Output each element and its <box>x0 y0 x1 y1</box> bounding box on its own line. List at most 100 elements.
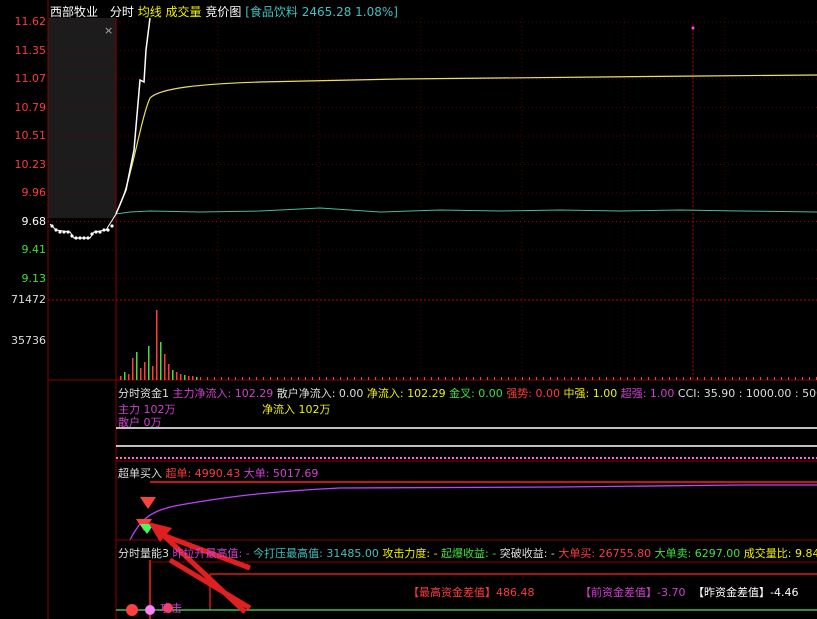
volume-bar <box>501 377 502 380</box>
volume-bar <box>249 377 250 380</box>
volume-tick-label: 35736 <box>11 334 46 347</box>
cci: CCI: 35.90 : 1000.00 : 500.00 <box>677 387 817 400</box>
volume-bar <box>354 377 355 380</box>
volume-bar <box>424 377 425 380</box>
auction-dots <box>50 224 114 240</box>
volume-bar <box>760 377 761 380</box>
tab-volume[interactable]: 成交量 <box>166 5 202 19</box>
super-order-line <box>129 484 817 541</box>
vertical-grid <box>217 18 726 380</box>
tab-time[interactable]: 分时 <box>110 5 134 19</box>
volume-bar <box>515 377 516 380</box>
intraday-chart: × <box>47 0 817 619</box>
volume-bar <box>396 377 397 380</box>
strong: 强势: 0.00 <box>506 387 561 400</box>
volume-bar <box>487 377 488 380</box>
volume-bar <box>459 377 460 380</box>
volume-bar <box>452 377 453 380</box>
volume-bar <box>221 377 222 380</box>
volume-bar <box>508 377 509 380</box>
volume-bar <box>718 377 719 380</box>
price-tick-label: 10.23 <box>14 157 47 171</box>
volume-bar <box>543 377 544 380</box>
order-title[interactable]: 超单买入 <box>118 467 162 480</box>
price-tick-label: 9.13 <box>21 271 47 285</box>
volume-bar <box>473 377 474 380</box>
stock-name[interactable]: 西部牧业 <box>50 5 98 19</box>
volume-bar <box>697 377 698 380</box>
volume-bar <box>347 377 348 380</box>
fund-title[interactable]: 分时资金1 <box>118 387 169 400</box>
retail-label: 散户 0万 <box>118 416 162 429</box>
volume-bar <box>214 377 215 380</box>
volume-bar <box>180 374 182 380</box>
volume-bar <box>529 377 530 380</box>
volume-bar <box>319 377 320 380</box>
volume-bar <box>156 310 158 380</box>
pre-market-area <box>48 18 116 218</box>
price-tick-label: 11.35 <box>14 43 47 57</box>
today-high: 今打压最高值: 31485.00 <box>253 547 379 560</box>
volume-bar <box>438 377 439 380</box>
flow-line <box>115 207 817 215</box>
volume-bar <box>136 352 138 380</box>
close-icon[interactable]: × <box>104 24 113 37</box>
volume-bar <box>494 377 495 380</box>
price-tick-label: 11.07 <box>14 72 47 85</box>
net-inflow: 净流入: 102.29 <box>366 387 446 400</box>
volume-bar <box>235 377 236 380</box>
big-buy: 大单买: 26755.80 <box>558 547 652 560</box>
volume-title[interactable]: 分时量能3 <box>118 547 169 560</box>
volume-bar <box>662 377 663 380</box>
volume-bar <box>676 377 677 380</box>
volume-bar <box>132 358 134 380</box>
price-tick-label: 9.41 <box>21 243 47 256</box>
mid-strong: 中强: 1.00 <box>563 387 618 400</box>
volume-bar <box>431 377 432 380</box>
volume-bar <box>368 377 369 380</box>
price-grid <box>48 21 817 279</box>
volume-bar <box>690 377 691 380</box>
tab-auction[interactable]: 竞价图 <box>205 5 241 19</box>
volume-bar <box>305 377 306 380</box>
volume-bar <box>809 377 810 380</box>
max-diff: 【最高资金差值】486.48 <box>408 586 535 599</box>
volume-bar <box>711 377 712 380</box>
volume-bar <box>389 377 390 380</box>
super-strong: 超强: 1.00 <box>620 387 675 400</box>
volume-bar <box>767 377 768 380</box>
order-panel-header: 超单买入 超单: 4990.43 大单: 5017.69 <box>118 465 318 481</box>
volume-bars <box>120 310 817 380</box>
prev-high: 昨拉升最高值: - <box>172 547 250 560</box>
average-price-line <box>115 74 817 214</box>
volume-bar <box>140 368 142 380</box>
volume-bar <box>228 377 229 380</box>
retail-inflow: 散户净流入: 0.00 <box>276 387 364 400</box>
marker-icon <box>145 605 155 615</box>
volume-bar <box>176 372 178 380</box>
volume-bar <box>160 342 162 380</box>
volume-bar <box>242 377 243 380</box>
volume-bar <box>152 366 154 380</box>
volume-bar <box>312 377 313 380</box>
volume-bar <box>200 377 201 380</box>
volume-bar <box>148 346 150 380</box>
price-tick-label: 9.68 <box>21 214 47 228</box>
volume-bar <box>172 370 174 380</box>
volume-bar <box>585 377 586 380</box>
volume-bar <box>753 377 754 380</box>
volume-bar <box>788 377 789 380</box>
volume-bar <box>746 377 747 380</box>
volume-bar <box>774 377 775 380</box>
volume-bar <box>184 375 186 380</box>
fund-panel-header: 分时资金1 主力净流入: 102.29 散户净流入: 0.00 净流入: 102… <box>118 385 817 401</box>
volume-bar <box>550 377 551 380</box>
volume-bar <box>655 377 656 380</box>
volume-bar <box>192 376 194 380</box>
volume-bar <box>410 377 411 380</box>
volume-bar <box>802 377 803 380</box>
volume-bar <box>120 376 122 380</box>
volume-bar <box>634 377 635 380</box>
tab-avg[interactable]: 均线 <box>138 5 162 19</box>
price-tick-label: 9.96 <box>21 186 47 199</box>
